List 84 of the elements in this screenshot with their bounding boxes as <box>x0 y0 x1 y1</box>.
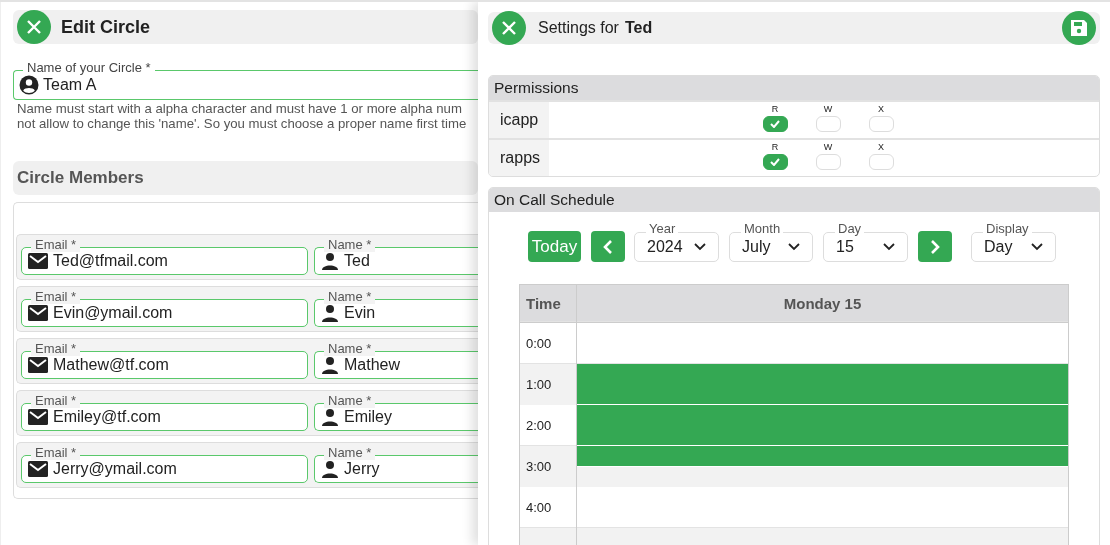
field-value: Evin <box>344 304 376 322</box>
permission-label: W <box>823 141 833 154</box>
field-label: Name * <box>324 446 376 460</box>
field-value: Mathew <box>344 356 401 374</box>
field-label: Email * <box>31 342 81 356</box>
save-button[interactable] <box>1062 11 1096 45</box>
person-icon <box>321 304 339 322</box>
section-title: Circle Members <box>17 168 144 188</box>
section-header: On Call Schedule <box>489 188 1099 212</box>
previous-button[interactable] <box>591 231 625 262</box>
envelope-icon <box>28 305 48 321</box>
chevron-right-icon <box>930 239 940 254</box>
envelope-icon <box>28 409 48 425</box>
person-icon <box>321 356 339 374</box>
person-icon <box>321 460 339 478</box>
chevron-left-icon <box>603 239 613 254</box>
person-name: Ted <box>624 19 653 37</box>
chevron-down-icon <box>1031 243 1043 251</box>
event-block[interactable] <box>577 446 1068 467</box>
close-button[interactable] <box>17 10 51 44</box>
hint-text: Name must start with a alpha character and must have 1 or more alpha num <box>17 101 463 116</box>
field-value: Emiley@tf.com <box>53 408 161 426</box>
column-header: Monday 15 <box>782 294 863 314</box>
check-icon <box>770 120 780 128</box>
field-label: Email * <box>31 446 81 460</box>
field-label: Display <box>983 222 1032 236</box>
field-value: Ted@tfmail.com <box>53 252 168 270</box>
field-label: Email * <box>31 238 81 252</box>
time-label: 1:00 <box>520 364 577 405</box>
dropdown-value: Day <box>984 238 1013 256</box>
dropdown-value: 15 <box>836 238 854 256</box>
field-label: Name * <box>324 238 376 252</box>
field-label: Name of your Circle * <box>23 61 155 75</box>
field-value: Team A <box>43 76 97 94</box>
field-label: Email * <box>31 290 81 304</box>
permission-toggle[interactable] <box>762 116 788 132</box>
dropdown[interactable]: 2024 <box>634 232 719 262</box>
event-block[interactable] <box>577 364 1068 405</box>
app-name: rapps <box>489 140 549 176</box>
permission-label: X <box>878 141 884 154</box>
column-header: Time <box>520 285 577 322</box>
field-value: Emiley <box>344 408 392 426</box>
field-label: Name * <box>324 290 376 304</box>
field-value: Jerry@ymail.com <box>53 460 177 478</box>
permission-toggle[interactable] <box>762 154 788 170</box>
chevron-down-icon <box>788 243 800 251</box>
event-block[interactable] <box>577 405 1068 446</box>
dropdown-value: July <box>742 238 771 256</box>
field-label: Month <box>741 222 784 236</box>
envelope-icon <box>28 357 48 373</box>
check-icon <box>770 158 780 166</box>
app-name: icapp <box>489 102 549 138</box>
field-value: Jerry <box>344 460 380 478</box>
close-icon <box>26 19 42 35</box>
field-label: Name * <box>324 394 376 408</box>
field-value: Evin@ymail.com <box>53 304 173 322</box>
time-label: 3:00 <box>520 446 577 487</box>
field-label: Day <box>835 222 865 236</box>
permission-label: X <box>878 103 884 116</box>
field-label: Year <box>646 222 679 236</box>
permission-label: R <box>771 103 779 116</box>
permission-label: R <box>771 141 779 154</box>
field-label: Name * <box>324 342 376 356</box>
permission-label: W <box>823 103 833 116</box>
envelope-icon <box>28 461 48 477</box>
chevron-down-icon <box>694 243 706 251</box>
panel-title: Edit Circle <box>61 16 151 38</box>
panel-title: Settings for <box>538 19 619 37</box>
section-header: Permissions <box>489 76 1099 100</box>
field-label: Email * <box>31 394 81 408</box>
save-icon <box>1070 19 1088 37</box>
person-icon <box>321 408 339 426</box>
field-value: Ted <box>344 252 370 270</box>
dropdown-value: 2024 <box>647 238 683 256</box>
field-value: Mathew@tf.com <box>53 356 169 374</box>
person-icon <box>321 252 339 270</box>
dropdown[interactable]: July <box>729 232 813 262</box>
hint-text: not allow to change this 'name'. So you must choose a proper name first time <box>17 116 468 131</box>
account-icon <box>19 75 39 95</box>
chevron-down-icon <box>883 243 895 251</box>
next-button[interactable] <box>918 231 952 262</box>
envelope-icon <box>28 253 48 269</box>
close-button[interactable] <box>492 11 526 45</box>
close-icon <box>501 20 517 36</box>
